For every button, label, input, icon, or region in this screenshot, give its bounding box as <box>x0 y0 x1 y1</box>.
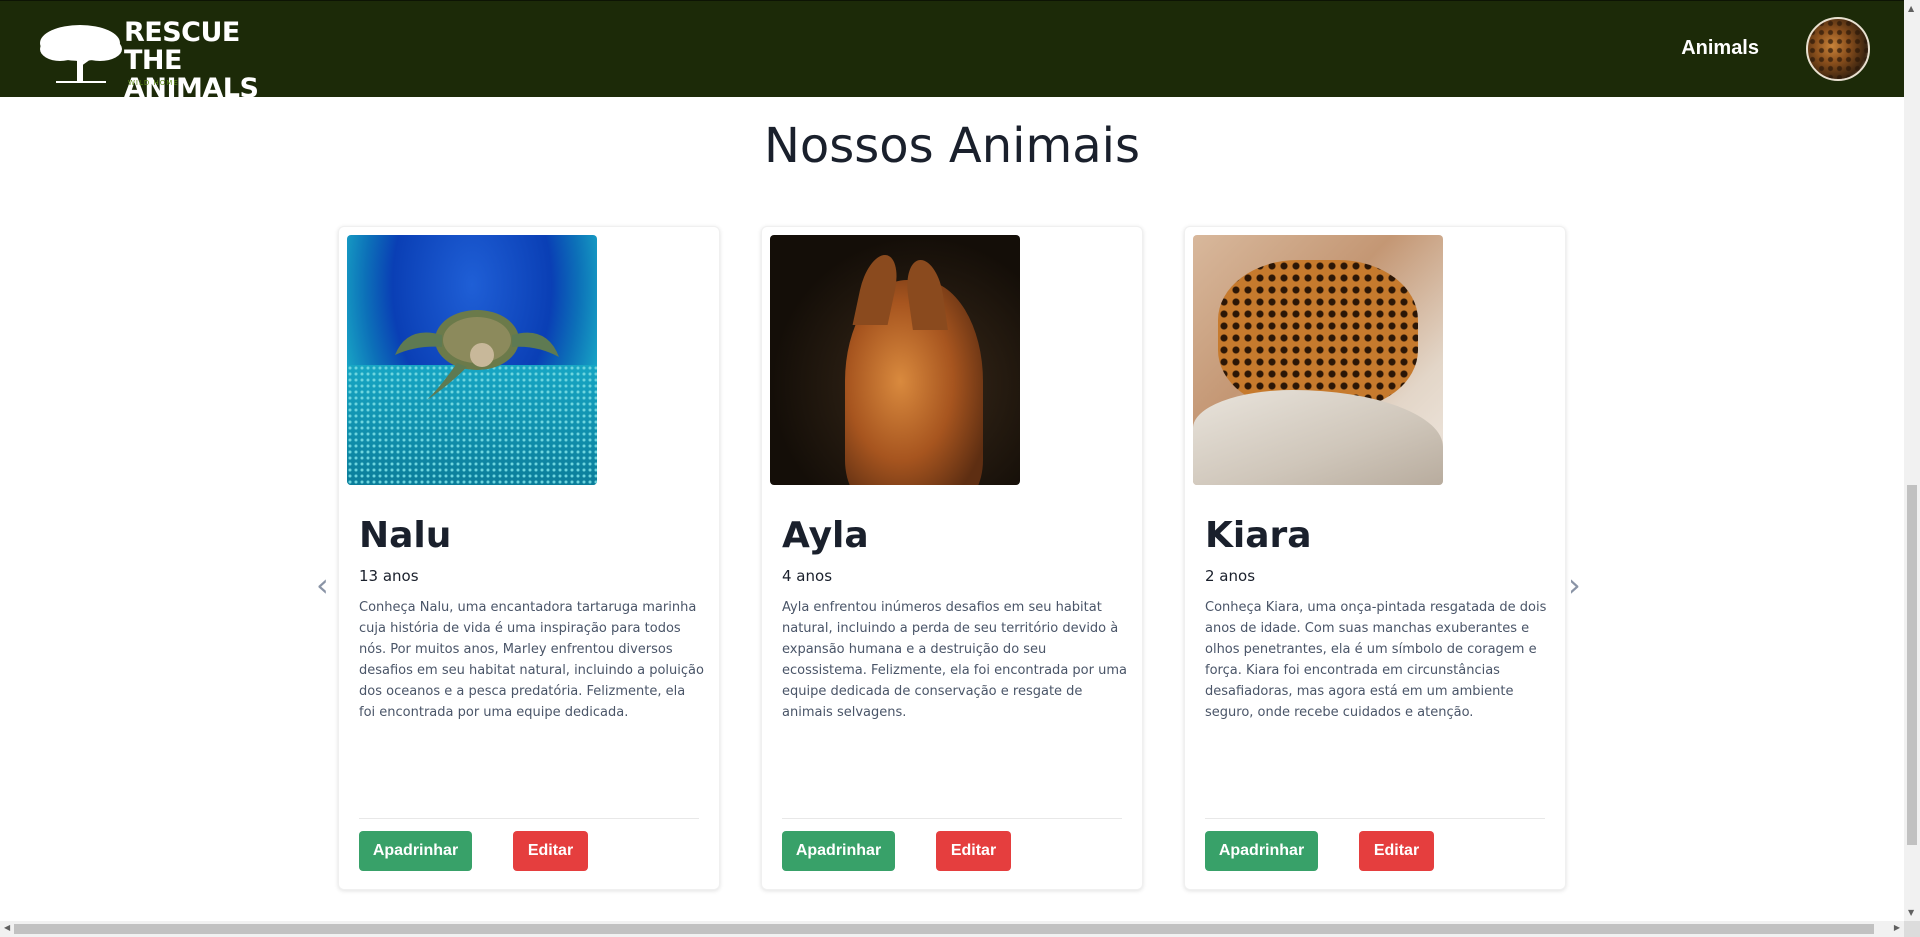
scroll-up-icon[interactable]: ▲ <box>1908 4 1914 13</box>
animal-name: Kiara <box>1205 515 1312 556</box>
card-divider <box>782 818 1122 819</box>
avatar[interactable] <box>1806 17 1870 81</box>
adopt-button[interactable]: Apadrinhar <box>782 831 895 871</box>
animal-name: Ayla <box>782 515 869 556</box>
brand-subtitle: WILD HOME <box>128 79 179 87</box>
photo-detail <box>1218 260 1418 410</box>
card-divider <box>359 818 699 819</box>
edit-button[interactable]: Editar <box>1359 831 1434 871</box>
scroll-right-icon[interactable]: ▶ <box>1894 923 1900 932</box>
vertical-scrollbar[interactable]: ▲ ▼ <box>1904 0 1920 937</box>
animal-age: 2 anos <box>1205 567 1256 585</box>
animal-age: 13 anos <box>359 567 419 585</box>
animal-description: Conheça Nalu, uma encantadora tartaruga … <box>359 600 704 720</box>
animal-photo-turtle <box>347 235 597 485</box>
horizontal-scrollbar[interactable]: ◀ ▶ <box>0 921 1904 937</box>
animal-photo-jaguar <box>1193 235 1443 485</box>
animal-card: Ayla 4 anos Ayla enfrentou inúmeros desa… <box>761 226 1143 890</box>
brand-title: RESCUE THE ANIMALS <box>124 17 259 104</box>
brand-logo[interactable]: RESCUE THE ANIMALS WILD HOME <box>36 17 296 103</box>
adopt-button[interactable]: Apadrinhar <box>359 831 472 871</box>
scroll-left-icon[interactable]: ◀ <box>4 923 10 932</box>
turtle-figure <box>395 310 559 400</box>
scrollbar-corner <box>1904 921 1920 937</box>
tree-icon <box>40 25 122 83</box>
animal-card: Kiara 2 anos Conheça Kiara, uma onça-pin… <box>1184 226 1566 890</box>
animal-photo-wolf <box>770 235 1020 485</box>
top-navbar: RESCUE THE ANIMALS WILD HOME Animals <box>0 0 1904 103</box>
edit-button[interactable]: Editar <box>936 831 1011 871</box>
photo-detail <box>1193 390 1443 485</box>
scroll-down-icon[interactable]: ▼ <box>1908 908 1914 917</box>
animal-description: Ayla enfrentou inúmeros desafios em seu … <box>782 600 1127 720</box>
card-divider <box>1205 818 1545 819</box>
carousel-next-button[interactable]: › <box>1568 566 1581 604</box>
animal-description: Conheça Kiara, uma onça-pintada resgatad… <box>1205 600 1547 720</box>
scrollbar-thumb[interactable] <box>14 924 1874 934</box>
animal-age: 4 anos <box>782 567 833 585</box>
avatar-image <box>1808 19 1868 79</box>
animal-name: Nalu <box>359 515 452 556</box>
chevron-right-icon: › <box>1568 566 1581 604</box>
animal-card: Nalu 13 anos Conheça Nalu, uma encantado… <box>338 226 720 890</box>
scrollbar-thumb[interactable] <box>1907 485 1917 845</box>
nav-link-animals[interactable]: Animals <box>1681 37 1759 60</box>
adopt-button[interactable]: Apadrinhar <box>1205 831 1318 871</box>
carousel-prev-button[interactable]: ‹ <box>316 566 329 604</box>
edit-button[interactable]: Editar <box>513 831 588 871</box>
chevron-left-icon: ‹ <box>316 566 329 604</box>
page-title: Nossos Animais <box>763 118 1141 174</box>
